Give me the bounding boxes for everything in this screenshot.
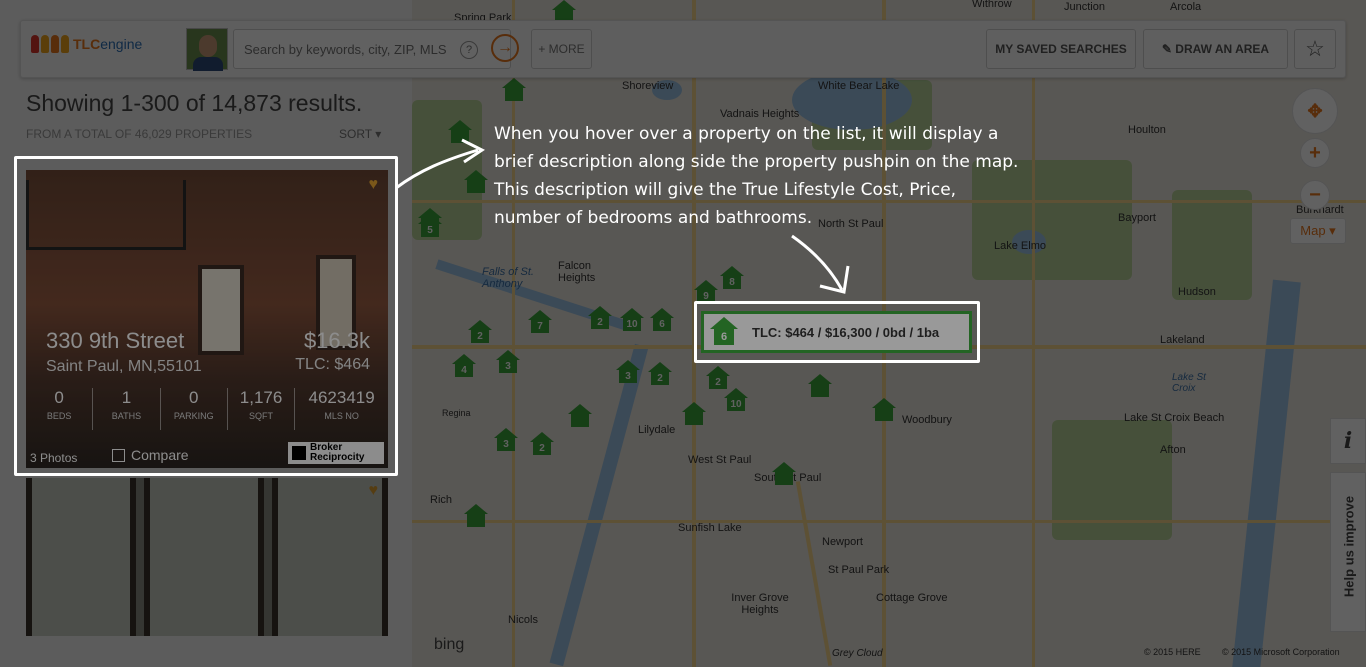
- annotation-arrows: [395, 138, 850, 294]
